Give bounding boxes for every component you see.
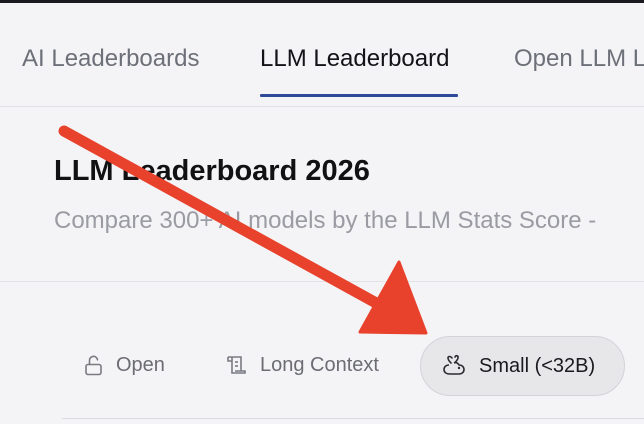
rabbit-icon xyxy=(443,354,465,375)
page-title: LLM Leaderboard 2026 xyxy=(54,155,370,187)
filter-small-button[interactable]: Small (<32B) xyxy=(420,336,625,396)
filter-small-label: Small (<32B) xyxy=(479,354,596,377)
page-subtitle: Compare 300+ AI models by the LLM Stats … xyxy=(54,207,597,234)
model-filter-bar: Open Long Context Small (<32B) xyxy=(0,282,644,424)
filter-bar-divider xyxy=(62,418,644,419)
filter-open-button[interactable]: Open xyxy=(84,354,165,377)
active-tab-indicator xyxy=(260,94,458,97)
tab-llm-leaderboard[interactable]: LLM Leaderboard xyxy=(260,45,449,73)
filter-long-context-label: Long Context xyxy=(260,354,379,376)
scroll-icon xyxy=(227,355,246,374)
filter-open-label: Open xyxy=(116,354,165,376)
filter-long-context-button[interactable]: Long Context xyxy=(224,354,379,377)
leaderboard-tab-bar: AI Leaderboards LLM Leaderboard Open LLM… xyxy=(0,3,644,107)
unlock-icon xyxy=(85,355,102,375)
tab-open-llm-leaderboard[interactable]: Open LLM L xyxy=(514,45,644,73)
page-header: LLM Leaderboard 2026 Compare 300+ AI mod… xyxy=(0,107,644,282)
tab-ai-leaderboards[interactable]: AI Leaderboards xyxy=(22,45,199,73)
